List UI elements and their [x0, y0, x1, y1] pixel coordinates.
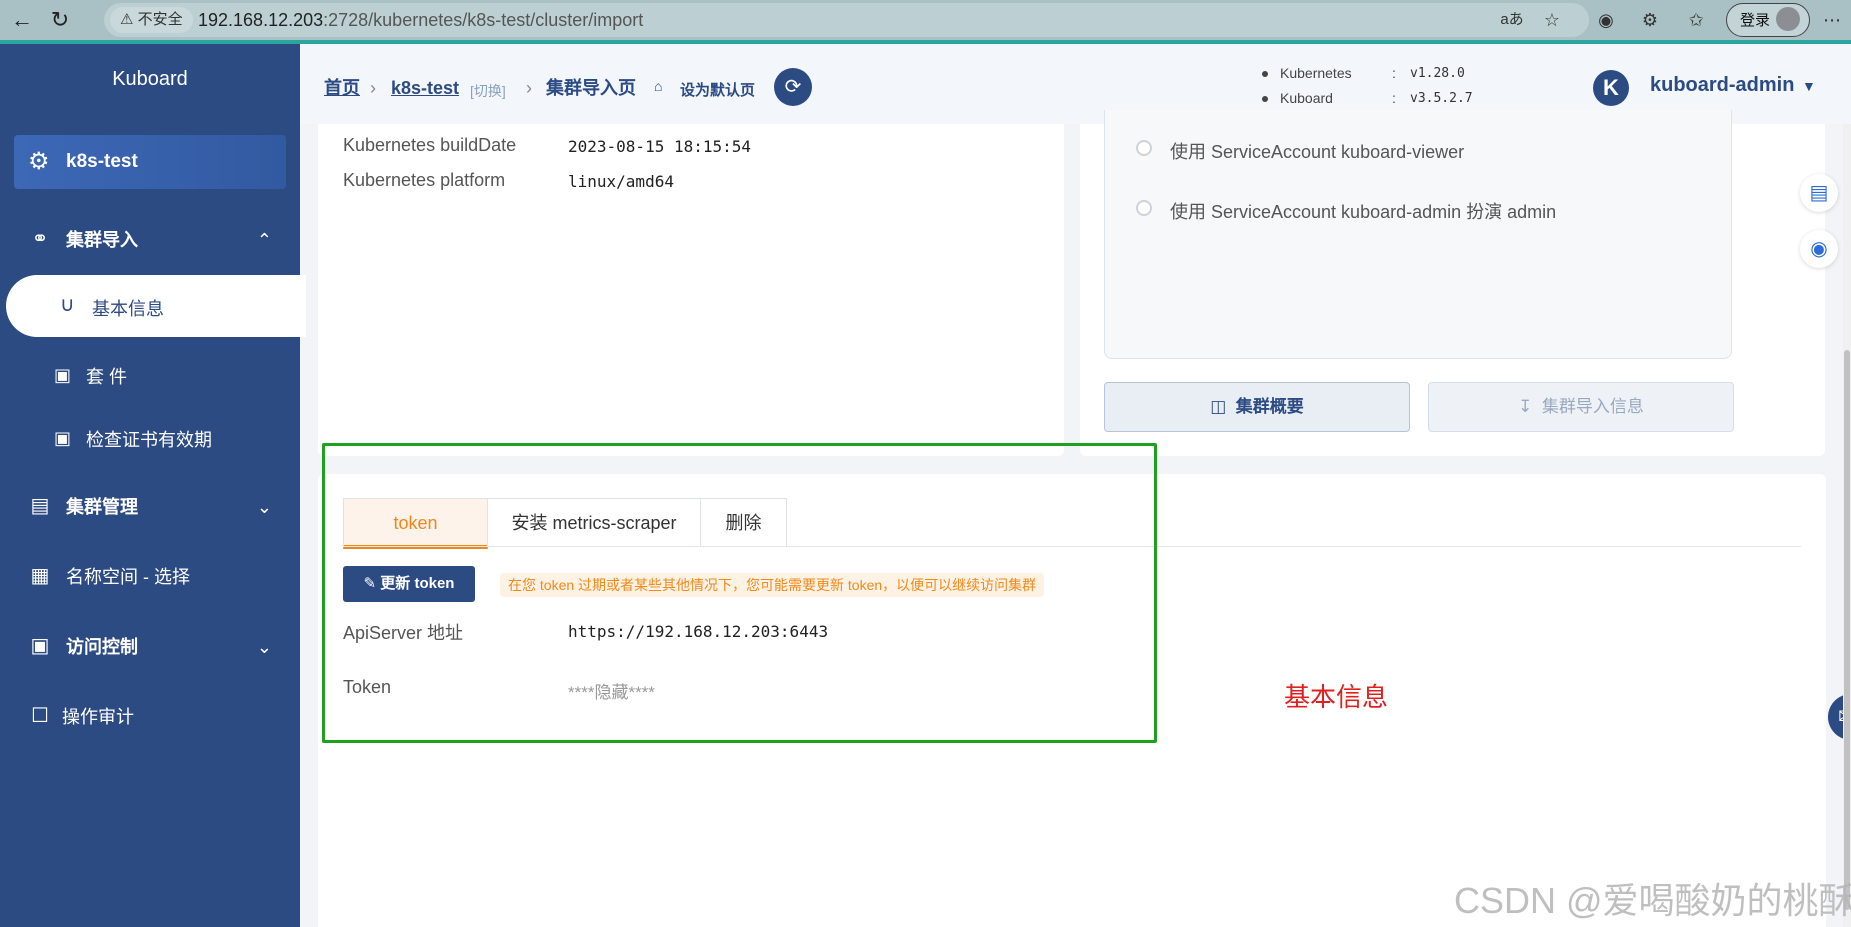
user-menu[interactable]: kuboard-admin [1650, 74, 1794, 97]
chevron-down-icon: ⌄ [256, 497, 272, 517]
k8s-version-label: Kubernetes [1280, 65, 1352, 81]
login-label[interactable]: 登录 [1740, 9, 1770, 30]
reload-icon[interactable]: ↻ [44, 4, 76, 36]
sidebar-item-cluster-import[interactable]: ⚭ 集群导入 ⌃ [0, 209, 300, 269]
scrollbar-thumb[interactable] [1844, 350, 1850, 910]
cluster-card[interactable] [14, 135, 286, 189]
breadcrumb-switch[interactable]: [切换] [470, 79, 506, 103]
version-dot [1262, 96, 1268, 102]
download-icon: ↧ [1518, 397, 1533, 416]
extensions-icon[interactable]: ⚙ [1636, 6, 1664, 34]
breadcrumb-cluster[interactable]: k8s-test [391, 76, 459, 100]
annotation-label: 基本信息 [1284, 682, 1389, 712]
home-icon: ⌂ [654, 78, 663, 94]
security-badge[interactable]: ⚠ 不安全 [110, 7, 193, 33]
sidebar-item-audit[interactable]: ☐ 操作审计 [0, 686, 300, 746]
url-host: 192.168.12.203 [198, 10, 324, 30]
sidebar-item-access-control[interactable]: ▣ 访问控制 ⌄ [0, 616, 300, 676]
sidebar-item-label: 集群管理 [66, 497, 138, 517]
sidebar-item-suite[interactable]: ▣ 套 件 [0, 346, 300, 406]
back-icon[interactable]: ← [6, 4, 38, 36]
brand-logo[interactable]: Kuboard [0, 68, 300, 91]
sidebar-item-namespace[interactable]: ▦ 名称空间 - 选择 [0, 546, 300, 606]
import-info-button[interactable]: ↧ 集群导入信息 [1428, 382, 1734, 432]
kuboard-version-value: v3.5.2.7 [1410, 91, 1473, 106]
sidebar-item-label: 操作审计 [62, 707, 134, 727]
sidebar-item-label: 名称空间 - 选择 [66, 567, 190, 587]
grid-icon: ▦ [30, 565, 50, 587]
radio-admin[interactable] [1136, 200, 1152, 216]
warning-icon: ⚠ [120, 11, 134, 28]
breadcrumb-current: 集群导入页 [546, 78, 636, 98]
cluster-name[interactable]: k8s-test [66, 151, 138, 173]
audit-icon: ☐ [31, 705, 49, 727]
caret-down-icon[interactable]: ▼ [1802, 78, 1816, 94]
login-avatar[interactable] [1776, 7, 1800, 31]
version-colon: : [1392, 65, 1396, 81]
refresh-button[interactable]: ⟳ [774, 68, 812, 106]
stack-icon: ▤ [30, 495, 50, 517]
suitcase-icon: ▣ [54, 428, 72, 448]
chevron-down-icon: ⌄ [256, 637, 272, 657]
link-icon: ⚭ [31, 228, 49, 250]
more-icon[interactable]: ⋯ [1818, 6, 1846, 34]
build-date-label: Kubernetes buildDate [343, 135, 517, 155]
avatar[interactable]: K [1593, 70, 1629, 106]
platform-value: linux/amd64 [568, 172, 674, 191]
watermark: CSDN @爱喝酸奶的桃酥 [1454, 880, 1851, 921]
sidebar-item-label: 检查证书有效期 [86, 430, 212, 450]
sidebar-item-label: 集群导入 [66, 230, 138, 250]
star-icon[interactable]: ☆ [1538, 6, 1566, 34]
kuboard-version-label: Kuboard [1280, 90, 1333, 106]
url-text[interactable]: 192.168.12.203:2728/kubernetes/k8s-test/… [198, 8, 643, 32]
sidebar-item-label: 套 件 [86, 367, 128, 387]
set-default-link[interactable]: 设为默认页 [680, 79, 755, 100]
favorites-icon[interactable]: ✩ [1682, 6, 1710, 34]
presentation-icon: ◫ [1210, 397, 1227, 416]
option-viewer-label[interactable]: 使用 ServiceAccount kuboard-viewer [1170, 138, 1464, 164]
breadcrumb-home[interactable]: 首页 [324, 76, 360, 100]
version-dot [1262, 71, 1268, 77]
sidebar-item-label[interactable]: 基本信息 [92, 295, 164, 321]
gear-icon: ⚙ [28, 148, 50, 175]
suitcase-icon: ▣ [54, 365, 72, 385]
radio-viewer[interactable] [1136, 140, 1152, 156]
browser-profile-icon[interactable]: ◉ [1592, 6, 1620, 34]
read-aloud-icon[interactable]: aあ [1498, 6, 1526, 34]
platform-label: Kubernetes platform [343, 170, 506, 190]
sidebar-item-cluster-manage[interactable]: ▤ 集群管理 ⌄ [0, 476, 300, 536]
chevron-right-icon: › [526, 78, 532, 98]
chat-float-icon[interactable]: ◉ [1800, 230, 1838, 268]
sidebar-item-check-cert[interactable]: ▣ 检查证书有效期 [0, 409, 300, 469]
cluster-overview-button[interactable]: ◫ 集群概要 [1104, 382, 1410, 432]
version-colon: : [1392, 90, 1396, 106]
sidebar-item-label: 访问控制 [66, 637, 138, 657]
build-date-value: 2023-08-15 18:15:54 [568, 137, 752, 156]
k8s-version-value: v1.28.0 [1410, 66, 1465, 81]
magnet-icon: ∪ [60, 294, 75, 316]
option-admin-label[interactable]: 使用 ServiceAccount kuboard-admin 扮演 admin [1170, 198, 1556, 224]
url-path: :2728/kubernetes/k8s-test/cluster/import [323, 10, 644, 30]
chevron-up-icon: ⌃ [256, 230, 272, 250]
annotation-box [322, 443, 1157, 743]
refresh-icon: ⟳ [784, 76, 802, 98]
chevron-right-icon: › [370, 78, 376, 98]
lock-icon: ▣ [30, 635, 50, 657]
doc-float-icon[interactable]: ▤ [1800, 174, 1838, 212]
